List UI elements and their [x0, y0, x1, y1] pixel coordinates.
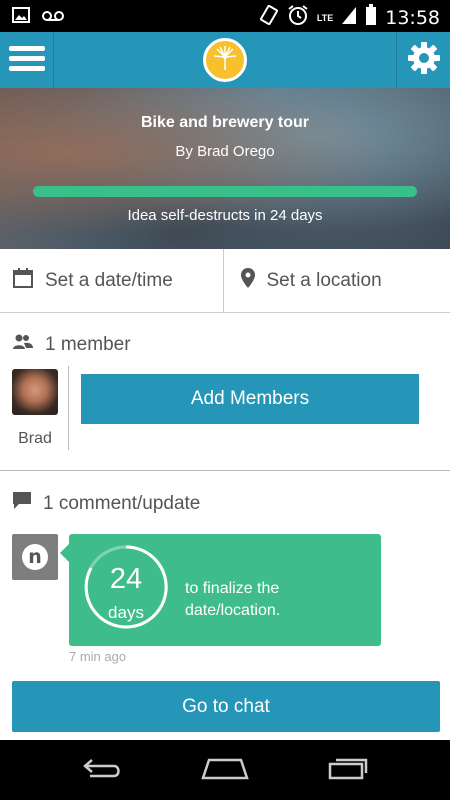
sender-initial: n — [22, 544, 48, 570]
recent-apps-button[interactable] — [318, 748, 378, 792]
details-row: Set a date/time Set a location — [0, 249, 450, 313]
comment-timestamp: 7 min ago — [69, 649, 127, 664]
voicemail-icon — [42, 9, 64, 27]
members-divider — [68, 366, 69, 450]
back-icon — [80, 756, 124, 785]
expiry-progress-fill — [33, 186, 417, 197]
bubble-tail — [60, 544, 69, 562]
members-count: 1 member — [45, 334, 131, 355]
comments-count: 1 comment/update — [43, 493, 201, 514]
settings-button[interactable] — [396, 32, 450, 88]
status-time: 13:58 — [385, 6, 440, 29]
menu-icon — [8, 44, 45, 77]
comment-message: to finalize the date/location. — [185, 580, 281, 619]
status-bar: LTE 13:58 — [0, 0, 450, 32]
idea-title: Bike and brewery tour — [140, 114, 310, 131]
map-pin-icon — [240, 267, 267, 294]
sender-avatar: n — [12, 534, 58, 580]
recent-apps-icon — [326, 756, 370, 785]
countdown-value: 24 — [109, 563, 143, 595]
countdown-unit: days — [108, 603, 144, 622]
set-date-label: Set a date/time — [45, 269, 173, 291]
system-nav-bar — [0, 740, 450, 800]
idea-author: By Brad Orego — [175, 143, 275, 160]
app-bar — [0, 32, 450, 88]
home-icon — [201, 756, 249, 785]
members-section: 1 member Brad Add Members — [0, 314, 450, 471]
battery-icon — [365, 4, 377, 31]
signal-icon — [341, 5, 357, 30]
comments-heading: 1 comment/update — [13, 492, 200, 516]
image-icon — [12, 7, 30, 28]
people-icon — [13, 334, 45, 356]
set-location-button[interactable]: Set a location — [224, 249, 450, 312]
app-logo[interactable] — [203, 38, 247, 82]
calendar-icon — [13, 267, 45, 294]
comments-section: 1 comment/update n 24 days to finalize t… — [0, 472, 450, 740]
go-to-chat-button[interactable]: Go to chat — [12, 681, 440, 732]
menu-button[interactable] — [0, 32, 54, 88]
home-button[interactable] — [195, 748, 255, 792]
comment-bubble: 24 days to finalize the date/location. — [60, 534, 381, 646]
network-type-label: LTE — [316, 12, 334, 23]
back-button[interactable] — [72, 748, 132, 792]
set-date-button[interactable]: Set a date/time — [0, 249, 224, 312]
avatar[interactable] — [12, 369, 58, 415]
add-members-button[interactable]: Add Members — [81, 374, 419, 424]
dandelion-logo-icon — [210, 43, 240, 78]
idea-header: Bike and brewery tour By Brad Orego Idea… — [0, 88, 450, 249]
set-location-label: Set a location — [266, 269, 382, 291]
rotate-icon — [259, 4, 279, 31]
members-heading: 1 member — [13, 334, 131, 356]
member-name: Brad — [18, 430, 52, 447]
expiry-progress-bar — [33, 186, 417, 197]
gear-icon — [406, 40, 442, 81]
comment-icon — [13, 492, 43, 516]
alarm-icon — [287, 4, 309, 31]
expiry-text: Idea self-destructs in 24 days — [127, 207, 323, 224]
